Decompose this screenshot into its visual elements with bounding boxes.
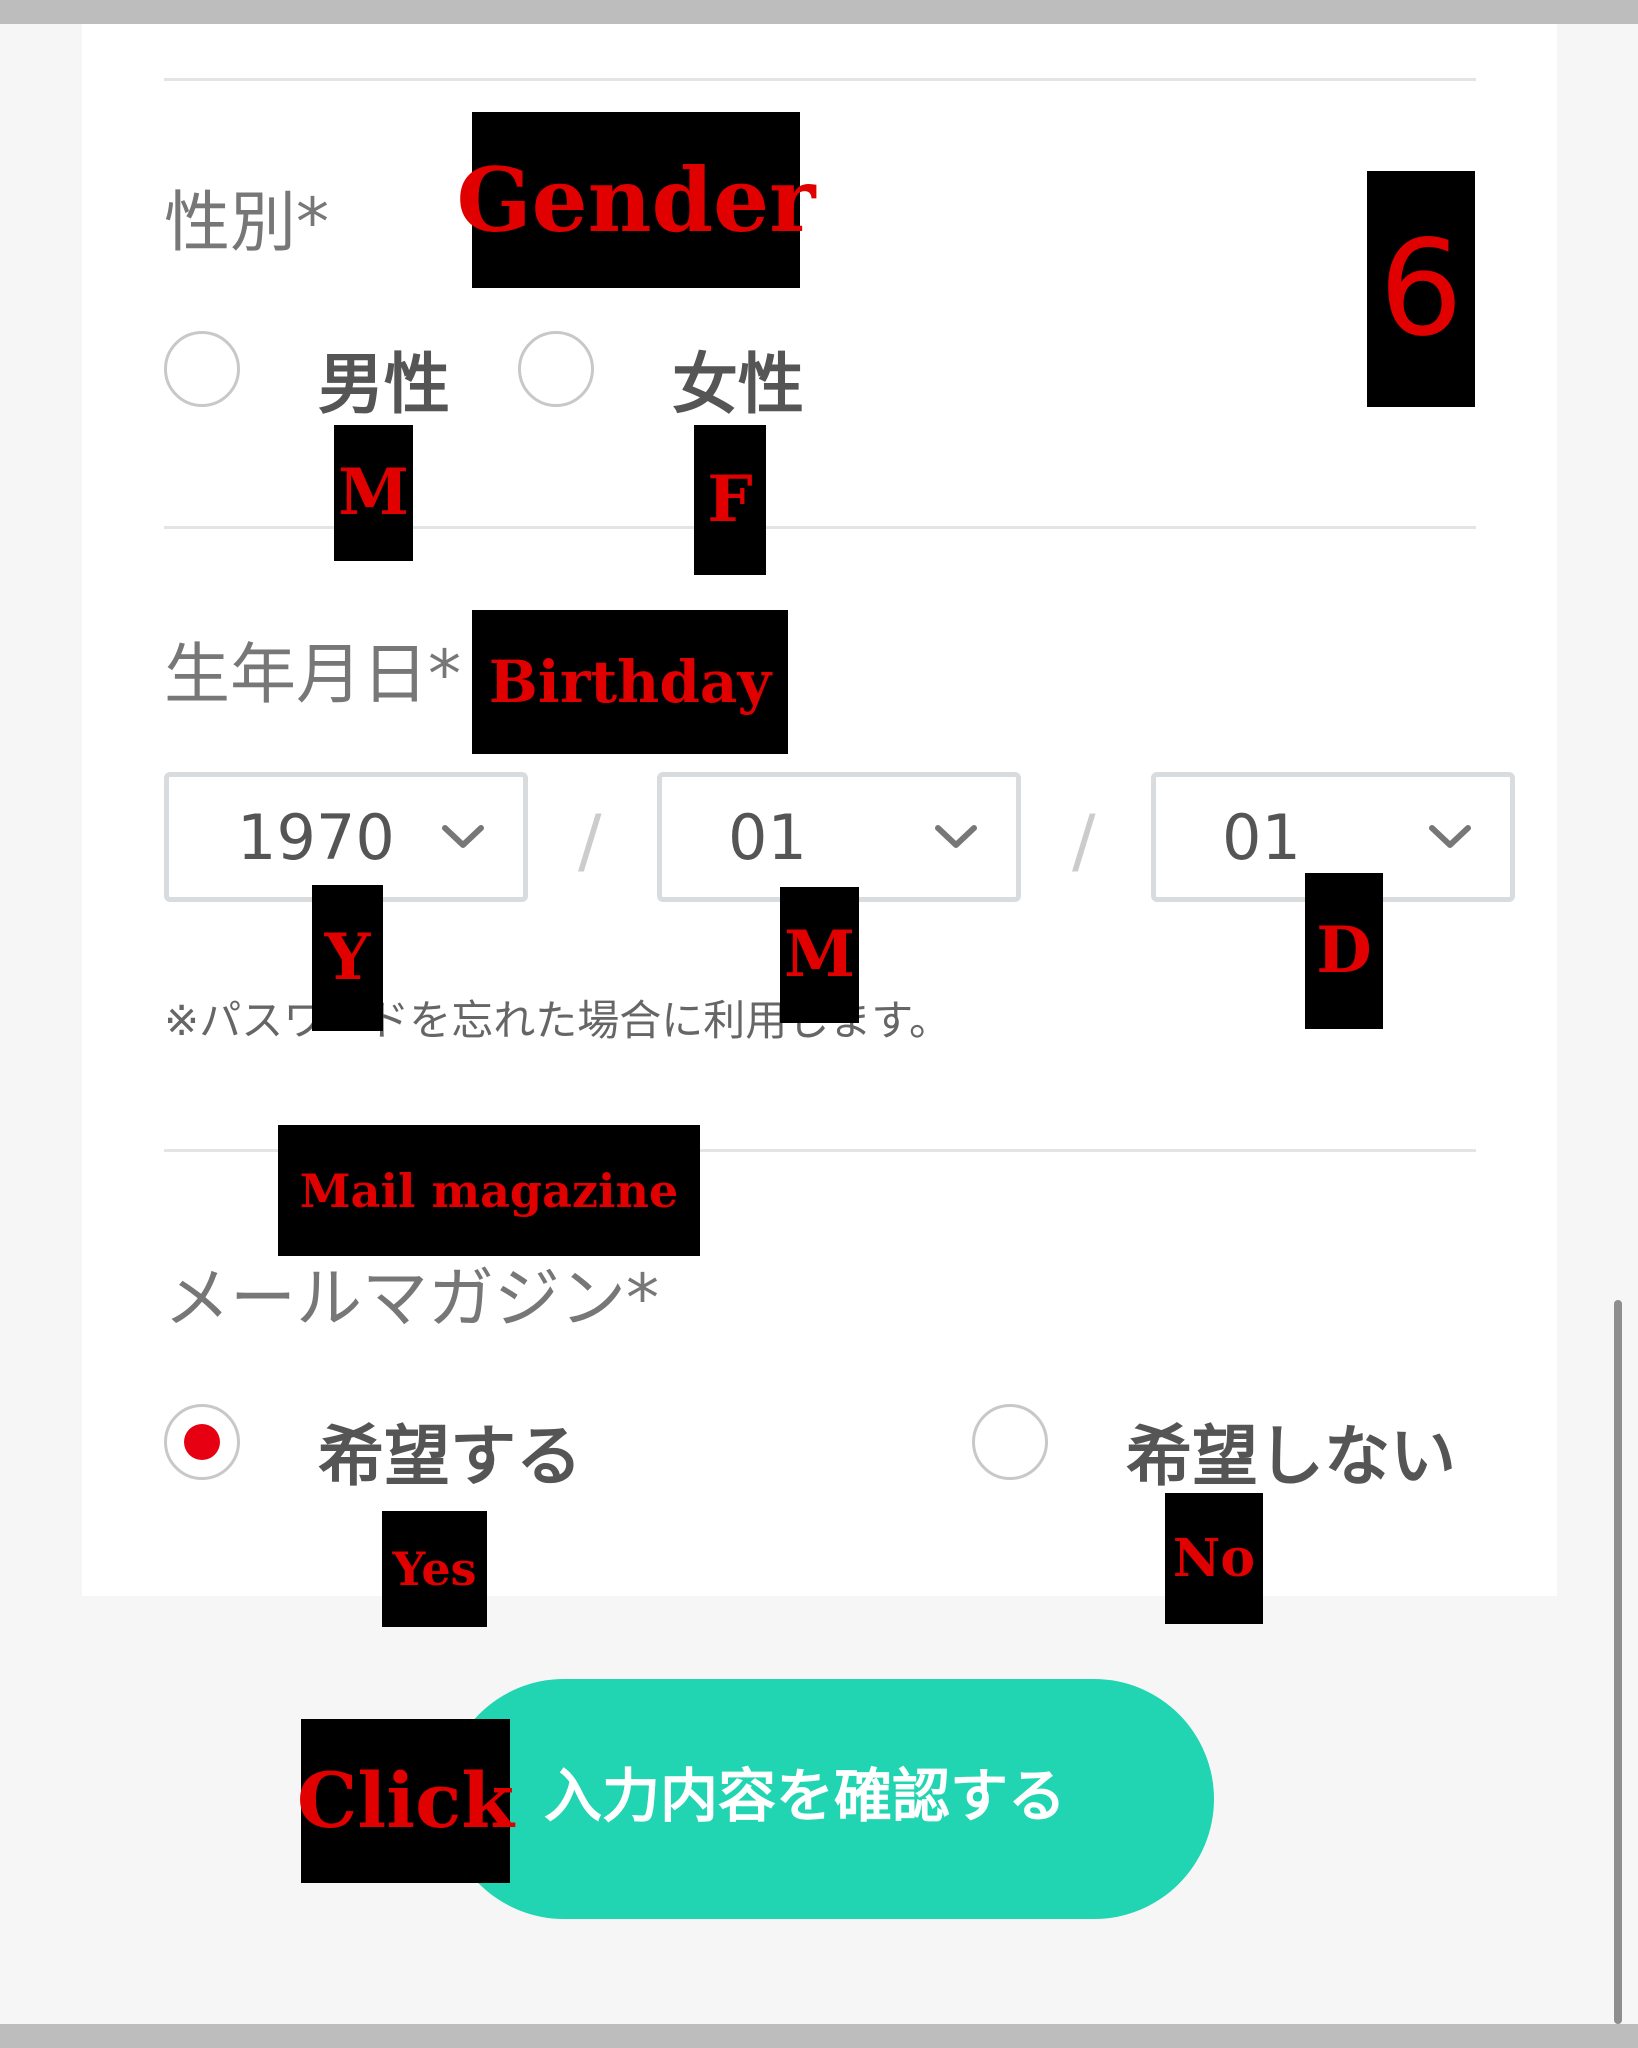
date-separator: /	[578, 800, 602, 882]
annotation-female: F	[694, 425, 766, 575]
confirm-input-button-label: 入力内容を確認する	[544, 1762, 1067, 1830]
scrollbar[interactable]	[1614, 1300, 1622, 2024]
gender-female-radio[interactable]	[518, 331, 594, 407]
gender-male-label[interactable]: 男性	[318, 352, 450, 418]
annotation-day: D	[1305, 873, 1383, 1029]
section-divider	[164, 78, 1476, 81]
annotation-yes: Yes	[382, 1511, 487, 1627]
newsletter-label: メールマガジン*	[164, 1260, 659, 1337]
birth-year-select[interactable]: 1970	[164, 772, 528, 902]
gender-female-label[interactable]: 女性	[672, 352, 804, 418]
birth-month-select[interactable]: 01	[657, 772, 1021, 902]
top-bar	[0, 0, 1638, 24]
annotation-no: No	[1165, 1493, 1263, 1624]
birth-day-value: 01	[1222, 801, 1301, 874]
annotation-mail-magazine: Mail magazine	[278, 1125, 700, 1256]
gender-label: 性別*	[164, 184, 329, 261]
chevron-down-icon	[1429, 825, 1471, 848]
annotation-step-number: 6	[1367, 171, 1475, 407]
birth-year-value: 1970	[237, 801, 395, 874]
annotation-click: Click	[297, 1719, 514, 1883]
newsletter-no-label[interactable]: 希望しない	[1126, 1424, 1456, 1490]
chevron-down-icon	[935, 825, 977, 848]
annotation-male: M	[334, 425, 413, 561]
annotation-month: M	[780, 887, 859, 1023]
annotation-year: Y	[312, 885, 383, 1031]
confirm-input-button[interactable]: 入力内容を確認する	[444, 1679, 1214, 1919]
newsletter-no-radio[interactable]	[972, 1404, 1048, 1480]
bottom-bar	[0, 2024, 1638, 2048]
gender-male-radio[interactable]	[164, 331, 240, 407]
annotation-birthday: Birthday	[472, 610, 788, 754]
annotation-gender: Gender	[457, 112, 816, 288]
birth-month-value: 01	[728, 801, 807, 874]
date-separator: /	[1072, 800, 1096, 882]
newsletter-yes-label[interactable]: 希望する	[318, 1424, 582, 1490]
chevron-down-icon	[442, 825, 484, 848]
newsletter-yes-radio[interactable]	[164, 1404, 240, 1480]
birthday-label: 生年月日*	[164, 636, 461, 713]
